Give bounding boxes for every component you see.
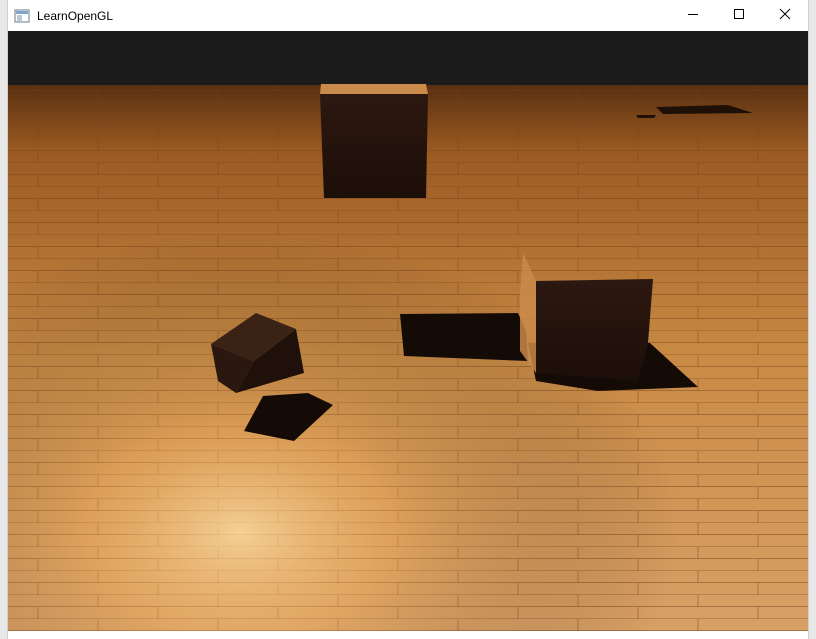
right-cube-shadow: [400, 313, 528, 361]
back-cube-front: [320, 94, 428, 198]
right-cube-front: [536, 279, 653, 381]
app-window: LearnOpenGL: [8, 0, 808, 639]
close-icon: [779, 7, 791, 25]
maximize-button[interactable]: [716, 0, 762, 31]
close-button[interactable]: [762, 0, 808, 31]
minimize-icon: [687, 7, 699, 25]
opengl-viewport[interactable]: [8, 31, 808, 631]
caption-buttons: [670, 0, 808, 31]
title-bar[interactable]: LearnOpenGL: [8, 0, 808, 31]
back-cube-top: [320, 84, 428, 94]
scene-render: [8, 31, 808, 631]
maximize-icon: [733, 7, 745, 25]
app-icon: [14, 8, 30, 24]
background-sky: [8, 31, 808, 87]
minimize-button[interactable]: [670, 0, 716, 31]
distant-shadow-small: [636, 115, 656, 118]
window-title: LearnOpenGL: [37, 8, 114, 23]
